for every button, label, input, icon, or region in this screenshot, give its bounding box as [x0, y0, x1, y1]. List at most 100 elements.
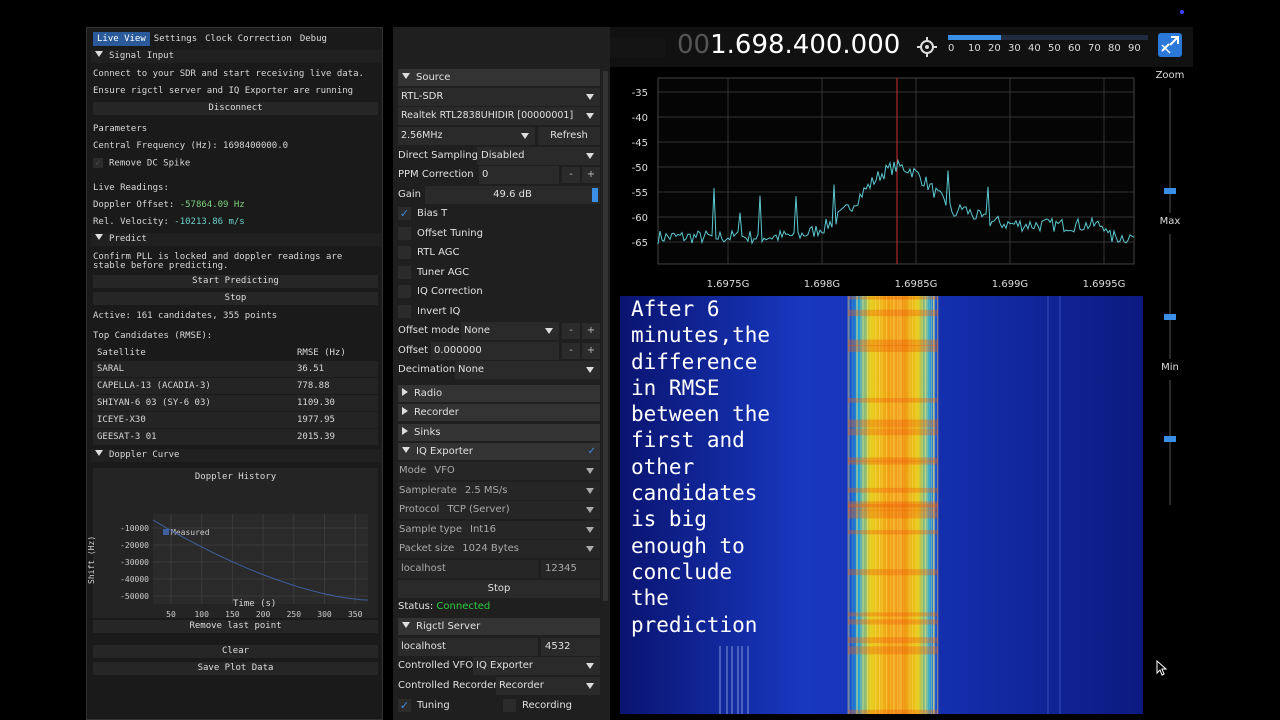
slider-handle[interactable] — [592, 188, 598, 202]
table-row[interactable]: SHIYAN-6 03 (SY-6 03) 1109.30 — [93, 395, 378, 411]
sdr-settings-panel: Source RTL-SDR Realtek RTL2838UHIDIR [00… — [393, 27, 610, 720]
serial-select[interactable]: Realtek RTL2838UHIDIR [00000001] — [398, 107, 600, 125]
waterfall-band — [848, 509, 938, 519]
waterfall-display[interactable]: After 6 minutes,the difference in RMSE betwe… — [620, 296, 1143, 714]
table-row[interactable]: SARAL 36.51 — [93, 361, 378, 377]
fft-x-tick-label: 1.698G — [804, 279, 840, 290]
doppler-curve-header[interactable]: Doppler Curve — [91, 449, 381, 462]
ylabel-text: Shift (Hz) — [87, 535, 96, 584]
port-input[interactable]: 12345 — [541, 560, 600, 578]
samplerate-out-select[interactable]: Samplerate 2.5 MS/s — [398, 482, 600, 500]
source-header[interactable]: Source — [398, 69, 600, 86]
disconnect-button[interactable]: Disconnect — [93, 102, 378, 115]
input-value: localhost — [401, 563, 446, 574]
min-track[interactable] — [1169, 380, 1171, 505]
rtl-agc-checkbox[interactable]: RTL AGC — [398, 244, 600, 262]
ppm-decrement-button[interactable]: - — [562, 167, 580, 183]
mouse-cursor-icon — [1156, 660, 1168, 676]
samplerate-select[interactable]: 2.56MHz — [398, 127, 535, 145]
rig-host-input[interactable]: localhost — [398, 638, 538, 656]
sample-type-select[interactable]: Sample type Int16 — [398, 521, 600, 539]
predict-header[interactable]: Predict — [91, 233, 381, 246]
tab-clock-correction[interactable]: Clock Correction — [201, 32, 296, 46]
start-predicting-button[interactable]: Start Predicting — [93, 275, 378, 288]
ppm-increment-button[interactable]: + — [582, 167, 600, 183]
controlled-recorder-select[interactable]: Recorder — [496, 677, 600, 695]
x-tick-label: 150 — [225, 610, 240, 618]
fft-spectrum-plot[interactable]: -35 -40 -45 -50 -55 -60 -65 1.6975G 1.698G 1.6985… — [620, 70, 1143, 296]
fft-y-tick-label: -55 — [632, 188, 648, 199]
bias-t-checkbox[interactable]: ✓ Bias T — [398, 205, 600, 223]
offset-decrement-button[interactable]: - — [562, 343, 580, 359]
zoom-handle[interactable] — [1164, 188, 1176, 194]
center-tuning-icon[interactable] — [917, 37, 937, 57]
remove-last-point-button[interactable]: Remove last point — [93, 620, 378, 633]
sinks-header[interactable]: Sinks — [398, 424, 600, 441]
tab-settings[interactable]: Settings — [150, 32, 201, 46]
rigctl-header[interactable]: Rigctl Server — [398, 618, 600, 635]
dropdown-arrow-icon — [586, 527, 594, 533]
iq-exporter-header[interactable]: IQ Exporter ✓ — [398, 443, 600, 460]
max-handle[interactable] — [1164, 314, 1176, 320]
gain-slider[interactable]: 49.6 dB — [425, 186, 600, 204]
offset-mode-increment-button[interactable]: + — [582, 323, 600, 339]
decimation-select[interactable]: None — [455, 361, 600, 379]
checkbox-label: Tuning — [417, 700, 450, 711]
radio-header[interactable]: Radio — [398, 385, 600, 402]
device-select[interactable]: RTL-SDR — [398, 88, 600, 106]
scrollbar[interactable] — [603, 71, 608, 601]
offset-mode-decrement-button[interactable]: - — [562, 323, 580, 339]
protocol-select[interactable]: Protocol TCP (Server) — [398, 501, 600, 519]
offset-tuning-checkbox[interactable]: Offset Tuning — [398, 225, 600, 243]
section-title: Radio — [414, 388, 443, 399]
expand-arrow-icon — [402, 427, 408, 435]
stop-predicting-button[interactable]: Stop — [93, 292, 378, 305]
invert-iq-checkbox[interactable]: Invert IQ — [398, 303, 600, 321]
waterfall-band — [848, 419, 938, 428]
tuner-agc-checkbox[interactable]: Tuner AGC — [398, 264, 600, 282]
recording-checkbox[interactable]: Recording — [503, 697, 603, 715]
doppler-history-chart[interactable]: Doppler History -10000 -20000 -30000 -40000… — [87, 468, 378, 618]
offset-input[interactable]: 0.000000 — [431, 342, 559, 360]
refresh-button[interactable]: Refresh — [538, 127, 600, 145]
host-input[interactable]: localhost — [398, 560, 538, 578]
direct-sampling-select[interactable]: Disabled — [477, 147, 600, 165]
waterfall-band — [848, 709, 938, 714]
frequency-value: 1.698.400.000 — [710, 30, 901, 60]
checkbox-label: Recording — [522, 700, 573, 711]
zoom-label: Zoom — [1155, 70, 1185, 81]
offset-mode-select[interactable]: None — [461, 322, 559, 340]
iq-correction-checkbox[interactable]: IQ Correction — [398, 283, 600, 301]
iq-stop-button[interactable]: Stop — [398, 580, 600, 598]
app-logo-icon[interactable] — [1158, 33, 1182, 57]
clear-button[interactable]: Clear — [93, 645, 378, 658]
fft-y-tick-label: -40 — [632, 113, 648, 124]
waterfall-band — [848, 428, 938, 436]
signal-input-header[interactable]: Signal Input — [91, 50, 381, 63]
offset-increment-button[interactable]: + — [582, 343, 600, 359]
mode-select[interactable]: Mode VFO — [398, 462, 600, 480]
relative-velocity: Rel. Velocity: -10213.86 m/s — [93, 217, 245, 228]
fft-x-tick-label: 1.6985G — [895, 279, 938, 290]
tab-debug[interactable]: Debug — [296, 32, 331, 46]
enabled-check-icon[interactable]: ✓ — [588, 443, 596, 460]
table-row[interactable]: CAPELLA-13 (ACADIA-3) 778.88 — [93, 378, 378, 394]
fft-x-tick-label: 1.6975G — [707, 279, 750, 290]
frequency-display[interactable]: 001.698.400.000 — [677, 30, 900, 60]
max-track[interactable] — [1169, 234, 1171, 359]
table-row[interactable]: GEESAT-3 01 2015.39 — [93, 429, 378, 445]
top-candidates-label: Top Candidates (RMSE): — [93, 331, 213, 341]
annotation-overlay: After 6 minutes,the difference in RMSE betwe… — [631, 296, 831, 638]
controlled-vfo-select[interactable]: IQ Exporter — [473, 657, 600, 675]
ppm-input[interactable]: 0 — [479, 166, 559, 184]
packet-size-select[interactable]: Packet size 1024 Bytes — [398, 540, 600, 558]
select-value: None — [458, 364, 485, 375]
remove-dc-checkbox[interactable]: ✓ Remove DC Spike — [93, 158, 190, 170]
tab-live-view[interactable]: Live View — [93, 32, 150, 46]
rig-port-input[interactable]: 4532 — [541, 638, 600, 656]
min-handle[interactable] — [1164, 436, 1176, 442]
save-plot-data-button[interactable]: Save Plot Data — [93, 662, 378, 675]
table-row[interactable]: ICEYE-X30 1977.95 — [93, 412, 378, 428]
recorder-header[interactable]: Recorder — [398, 404, 600, 421]
zoom-track[interactable] — [1169, 88, 1171, 213]
